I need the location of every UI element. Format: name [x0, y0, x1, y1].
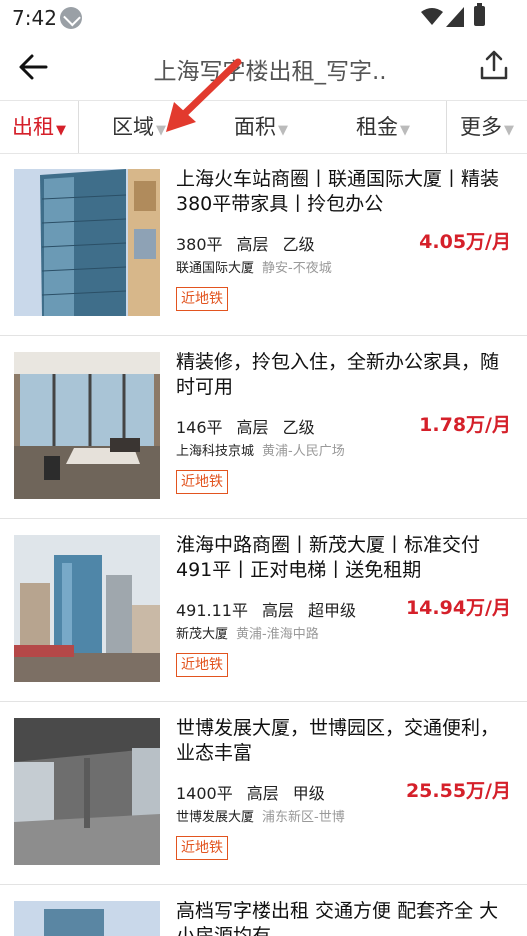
listing-photo-street-towers [14, 535, 160, 682]
metro-tag: 近地铁 [176, 836, 228, 860]
metro-tag: 近地铁 [176, 653, 228, 677]
listing-specs: 146平 高层 乙级 [176, 414, 329, 438]
listing-district: 黄浦-人民广场 [262, 444, 345, 459]
listing-location: 联通国际大厦 静安-不夜城 [176, 257, 332, 276]
listing-building: 世博发展大厦 [176, 810, 255, 825]
metro-tag: 近地铁 [176, 287, 228, 311]
triangle-down-icon: ▼ [400, 123, 410, 138]
listing-item[interactable]: 高档写字楼出租 交通方便 配套齐全 大小房源均有 [0, 885, 527, 936]
listing-photo-tower [14, 169, 160, 316]
status-time: 7:42 [12, 6, 57, 30]
listing-price: 14.94万/月 [405, 597, 511, 619]
listing-photo-tower [14, 901, 160, 936]
listing-building: 新茂大厦 [176, 627, 229, 642]
listing-title: 世博发展大厦，世博园区，交通便利，业态丰富 [176, 717, 500, 764]
listing-area: 146平 [176, 418, 223, 437]
listing-location: 新茂大厦 黄浦-淮海中路 [176, 623, 319, 642]
download-notification-icon [60, 7, 82, 29]
filter-tab-more[interactable]: 更多 ▼ [447, 101, 527, 153]
listing-price: 25.55万/月 [405, 780, 511, 802]
back-arrow-icon[interactable] [16, 50, 50, 84]
listing-area: 380平 [176, 235, 223, 254]
filter-tab-label: 更多 [460, 115, 502, 139]
listing-item[interactable]: 精装修，拎包入住，全新办公家具，随时可用 146平 高层 乙级 1.78万/月 上海… [0, 336, 527, 519]
listing-district: 浦东新区-世博 [262, 810, 345, 825]
listing-location: 上海科技京城 黄浦-人民广场 [176, 440, 345, 459]
listing-specs: 380平 高层 乙级 [176, 231, 329, 255]
listing-item[interactable]: 淮海中路商圈丨新茂大厦丨标准交付491平丨正对电梯丨送免租期 491.11平 高层… [0, 519, 527, 702]
filter-bar: 出租 ▼ 区域 ▼ 面积 ▼ 租金 ▼ 更多 ▼ [0, 100, 527, 154]
filter-tab-label: 区域 [112, 115, 154, 139]
listing-grade: 超甲级 [308, 601, 357, 620]
wifi-icon [421, 8, 443, 25]
listing-area: 491.11平 [176, 601, 248, 620]
listing-specs: 491.11平 高层 超甲级 [176, 597, 370, 621]
listing-price: 1.78万/月 [419, 414, 511, 436]
triangle-down-icon: ▼ [56, 123, 66, 138]
listing-floor: 高层 [236, 235, 269, 254]
listing-grade: 乙级 [282, 418, 315, 437]
listing-district: 黄浦-淮海中路 [236, 627, 319, 642]
listing-floor: 高层 [262, 601, 295, 620]
listing-photo-empty-floor [14, 718, 160, 865]
filter-tab-label: 出租 [12, 115, 54, 139]
listing-title: 精装修，拎包入住，全新办公家具，随时可用 [176, 351, 500, 398]
listing-location: 世博发展大厦 浦东新区-世博 [176, 806, 345, 825]
battery-icon [474, 3, 485, 26]
filter-tab-rent-price[interactable]: 租金 ▼ [322, 101, 444, 153]
share-upload-icon[interactable] [476, 48, 512, 84]
listing-building: 联通国际大厦 [176, 261, 255, 276]
triangle-down-icon: ▼ [504, 123, 514, 138]
listing-price: 4.05万/月 [419, 231, 511, 253]
filter-tab-rent[interactable]: 出租 ▼ [0, 101, 78, 153]
signal-icon [446, 7, 464, 27]
listing-specs: 1400平 高层 甲级 [176, 780, 339, 804]
listing-district: 静安-不夜城 [262, 261, 332, 276]
listing-floor: 高层 [246, 784, 279, 803]
listing-title: 淮海中路商圈丨新茂大厦丨标准交付491平丨正对电梯丨送免租期 [176, 534, 481, 581]
listing-grade: 甲级 [292, 784, 325, 803]
listing-grade: 乙级 [282, 235, 315, 254]
listing-area: 1400平 [176, 784, 233, 803]
listing-floor: 高层 [236, 418, 269, 437]
filter-tab-label: 租金 [356, 115, 398, 139]
listing-title: 上海火车站商圈丨联通国际大厦丨精装380平带家具丨拎包办公 [176, 168, 500, 215]
metro-tag: 近地铁 [176, 470, 228, 494]
listing-photo-office-interior [14, 352, 160, 499]
listing-building: 上海科技京城 [176, 444, 255, 459]
status-bar: 7:42 [0, 0, 527, 36]
listing-item[interactable]: 世博发展大厦，世博园区，交通便利，业态丰富 1400平 高层 甲级 25.55万/月… [0, 702, 527, 885]
listing-title: 高档写字楼出租 交通方便 配套齐全 大小房源均有 [176, 900, 499, 936]
app-header: 上海写字楼出租_写字.. [0, 36, 527, 100]
page-title: 上海写字楼出租_写字.. [153, 59, 387, 85]
annotation-arrow-icon [166, 58, 242, 132]
listing-item[interactable]: 上海火车站商圈丨联通国际大厦丨精装380平带家具丨拎包办公 380平 高层 乙级 4… [0, 153, 527, 336]
triangle-down-icon: ▼ [278, 123, 288, 138]
